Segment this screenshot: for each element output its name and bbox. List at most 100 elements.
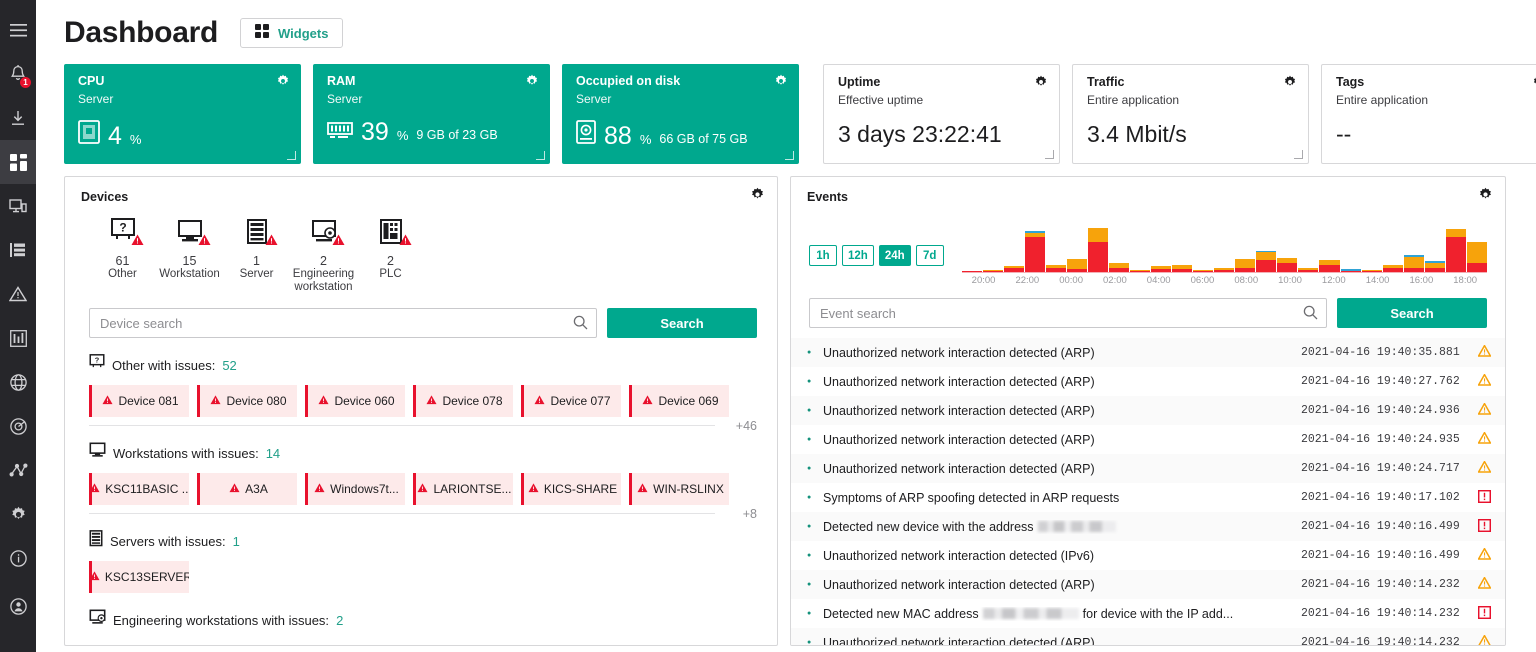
event-row[interactable]: ●Unauthorized network interaction detect…	[791, 338, 1505, 367]
histogram-bar[interactable]	[1341, 269, 1361, 272]
kpi-card-disk[interactable]: Occupied on disk Server 88 % 66 GB of 75…	[562, 64, 799, 164]
event-row[interactable]: ●Unauthorized network interaction detect…	[791, 425, 1505, 454]
device-type-plc[interactable]: 2 PLC	[357, 219, 424, 294]
sidebar-item-alerts[interactable]	[0, 272, 36, 316]
sidebar-item-notifications[interactable]: 1	[0, 52, 36, 96]
group-more-count[interactable]: +8	[743, 507, 757, 521]
device-chip[interactable]: Windows7t...	[305, 473, 405, 505]
histogram-bar[interactable]	[1151, 266, 1171, 272]
sidebar-item-nodes[interactable]	[0, 448, 36, 492]
gear-icon[interactable]	[1478, 187, 1493, 207]
gear-icon[interactable]	[1034, 75, 1048, 94]
device-type-workstation[interactable]: 15 Workstation	[156, 219, 223, 294]
histogram-bar[interactable]	[1130, 270, 1150, 272]
histogram-bar[interactable]	[1025, 231, 1045, 272]
device-search-input[interactable]	[89, 308, 597, 338]
device-chip[interactable]: Device 060	[305, 385, 405, 417]
event-search-input[interactable]	[809, 298, 1327, 328]
device-chip[interactable]: KSC13SERVER	[89, 561, 189, 593]
gear-icon[interactable]	[774, 74, 788, 93]
event-row[interactable]: ●Unauthorized network interaction detect…	[791, 396, 1505, 425]
device-chip[interactable]: WIN-RSLINX	[629, 473, 729, 505]
event-row[interactable]: ●Detected new MAC address for device wit…	[791, 599, 1505, 628]
device-chip[interactable]: Device 081	[89, 385, 189, 417]
range-12h[interactable]: 12h	[842, 245, 874, 266]
event-row[interactable]: ●Unauthorized network interaction detect…	[791, 570, 1505, 599]
search-icon[interactable]	[573, 315, 588, 335]
histogram-bar[interactable]	[1004, 266, 1024, 272]
event-search-button[interactable]: Search	[1337, 298, 1487, 328]
resize-handle[interactable]	[287, 151, 296, 160]
histogram-bar[interactable]	[1425, 261, 1445, 272]
sidebar-item-reports[interactable]	[0, 316, 36, 360]
histogram-bar[interactable]	[1404, 255, 1424, 272]
histogram-bar[interactable]	[1235, 259, 1255, 272]
histogram-bar[interactable]	[1277, 258, 1297, 272]
histogram-bar[interactable]	[1467, 242, 1487, 272]
sidebar-item-settings[interactable]	[0, 492, 36, 536]
resize-handle[interactable]	[1045, 150, 1054, 159]
histogram-bar[interactable]	[1446, 229, 1466, 272]
range-7d[interactable]: 7d	[916, 245, 944, 266]
device-type-server[interactable]: 1 Server	[223, 219, 290, 294]
histogram-bar[interactable]	[1088, 228, 1108, 272]
sidebar-item-devices[interactable]	[0, 184, 36, 228]
sidebar-item-topology[interactable]	[0, 228, 36, 272]
kpi-card-traffic[interactable]: Traffic Entire application 3.4 Mbit/s	[1072, 64, 1309, 164]
device-chip[interactable]: LARIONTSE...	[413, 473, 513, 505]
event-row[interactable]: ●Symptoms of ARP spoofing detected in AR…	[791, 483, 1505, 512]
kpi-card-cpu[interactable]: CPU Server 4 %	[64, 64, 301, 164]
resize-handle[interactable]	[536, 151, 545, 160]
histogram-bar[interactable]	[1172, 265, 1192, 273]
event-row[interactable]: ●Unauthorized network interaction detect…	[791, 367, 1505, 396]
sidebar-item-network[interactable]	[0, 360, 36, 404]
event-row[interactable]: ●Unauthorized network interaction detect…	[791, 541, 1505, 570]
histogram-bar[interactable]	[1193, 270, 1213, 272]
histogram-bar[interactable]	[1046, 265, 1066, 273]
gear-icon[interactable]	[750, 187, 765, 207]
events-histogram[interactable]: 20:0022:0000:0002:0004:0006:0008:0010:00…	[962, 227, 1487, 286]
search-icon[interactable]	[1303, 305, 1318, 325]
histogram-bar[interactable]	[1214, 268, 1234, 272]
device-chip[interactable]: Device 069	[629, 385, 729, 417]
device-chip[interactable]: Device 080	[197, 385, 297, 417]
widgets-button[interactable]: Widgets	[240, 18, 343, 48]
resize-handle[interactable]	[785, 151, 794, 160]
event-row[interactable]: ●Unauthorized network interaction detect…	[791, 628, 1505, 646]
gear-icon[interactable]	[525, 74, 539, 93]
kpi-card-tags[interactable]: Tags Entire application --	[1321, 64, 1536, 164]
gear-icon[interactable]	[1283, 75, 1297, 94]
sidebar-item-about[interactable]	[0, 536, 36, 580]
group-more-count[interactable]: +46	[736, 419, 757, 433]
histogram-bar[interactable]	[1256, 251, 1276, 272]
device-chip[interactable]: A3A	[197, 473, 297, 505]
event-row[interactable]: ●Unauthorized network interaction detect…	[791, 454, 1505, 483]
sidebar-item-account[interactable]	[0, 584, 36, 628]
device-search-button[interactable]: Search	[607, 308, 757, 338]
device-chip[interactable]: Device 078	[413, 385, 513, 417]
device-chip[interactable]: Device 077	[521, 385, 621, 417]
range-1h[interactable]: 1h	[809, 245, 837, 266]
device-type-other[interactable]: ? 61 Other	[89, 219, 156, 294]
resize-handle[interactable]	[1294, 150, 1303, 159]
gear-icon[interactable]	[276, 74, 290, 93]
histogram-bar[interactable]	[1298, 268, 1318, 272]
kpi-card-uptime[interactable]: Uptime Effective uptime 3 days 23:22:41	[823, 64, 1060, 164]
sidebar-item-menu[interactable]	[0, 8, 36, 52]
histogram-bar[interactable]	[1067, 259, 1087, 272]
histogram-bar[interactable]	[1109, 263, 1129, 272]
device-chip[interactable]: KSC11BASIC ...	[89, 473, 189, 505]
range-24h[interactable]: 24h	[879, 245, 911, 266]
gear-icon[interactable]	[1532, 75, 1536, 94]
device-chip[interactable]: KICS-SHARE	[521, 473, 621, 505]
histogram-bar[interactable]	[1362, 270, 1382, 272]
histogram-bar[interactable]	[962, 271, 982, 272]
sidebar-item-dashboard[interactable]	[0, 140, 36, 184]
histogram-bar[interactable]	[1383, 265, 1403, 273]
event-row[interactable]: ●Detected new device with the address 20…	[791, 512, 1505, 541]
device-type-engineering-workstation[interactable]: 2 Engineering workstation	[290, 219, 357, 294]
sidebar-item-downloads[interactable]	[0, 96, 36, 140]
histogram-bar[interactable]	[983, 270, 1003, 272]
kpi-card-ram[interactable]: RAM Server 39 % 9 GB of 23 GB	[313, 64, 550, 164]
histogram-bar[interactable]	[1319, 260, 1339, 272]
